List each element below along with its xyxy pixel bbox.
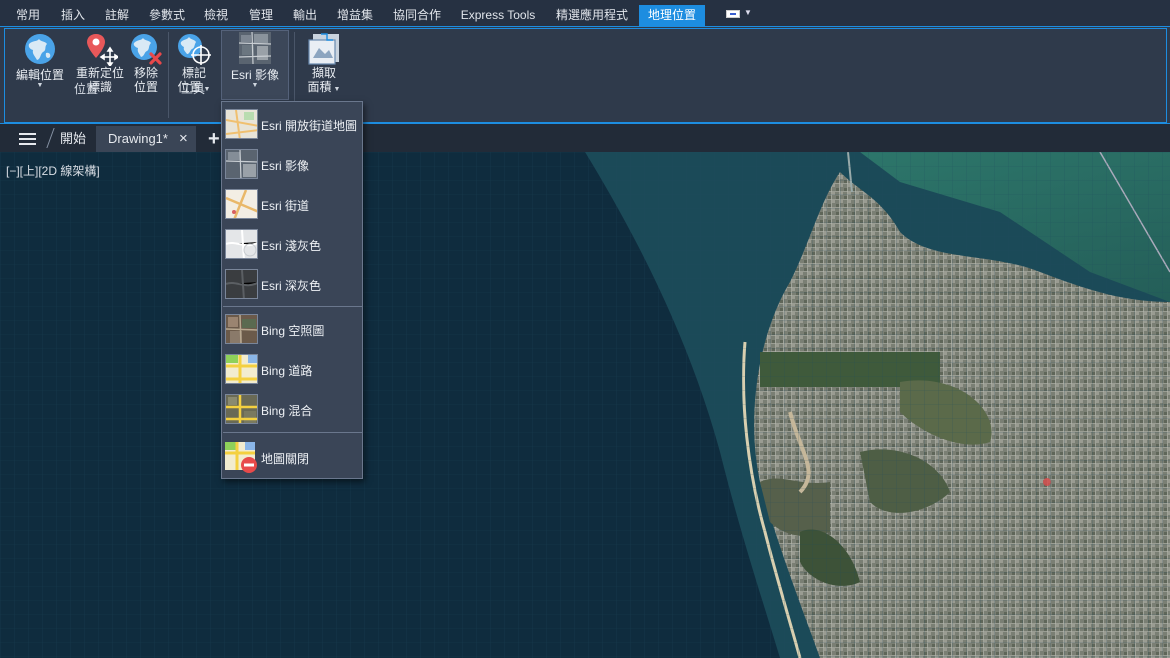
- hybrid-map-thumbnail-icon: [225, 394, 258, 424]
- menu-divider: [223, 306, 362, 307]
- tab-drawing1-label: Drawing1*: [108, 131, 168, 146]
- edit-location-button[interactable]: 編輯位置 ▼: [12, 32, 68, 90]
- tab-output[interactable]: 輸出: [290, 5, 320, 25]
- capture-area-icon: [308, 33, 339, 65]
- workspace-flag-icon[interactable]: [726, 10, 740, 18]
- chevron-down-icon: ▼: [333, 86, 341, 93]
- tab-geolocation[interactable]: 地理位置: [639, 5, 705, 26]
- street-map-thumbnail-icon: [225, 109, 258, 139]
- streets-map-thumbnail-icon: [225, 189, 258, 219]
- satellite-map: [0, 152, 1170, 658]
- esri-imagery-button[interactable]: Esri 影像 ▼: [222, 32, 288, 90]
- close-icon[interactable]: ×: [179, 126, 188, 152]
- road-map-thumbnail-icon: [225, 354, 258, 384]
- menu-item-label: Bing 混合: [261, 404, 313, 418]
- menu-item-label: Esri 深灰色: [261, 279, 322, 293]
- flag-stripe: [730, 13, 736, 15]
- menu-item-bing-road[interactable]: Bing 道路: [222, 351, 362, 387]
- menu-item-esri-dark-gray[interactable]: Esri 深灰色: [222, 266, 362, 302]
- menu-item-esri-streets[interactable]: Esri 街道: [222, 186, 362, 222]
- menu-item-esri-openstreetmap[interactable]: Esri 開放街道地圖: [222, 106, 362, 142]
- aerial-thumbnail-icon: [225, 314, 258, 344]
- dark-gray-map-thumbnail-icon: [225, 269, 258, 299]
- capture-area-label-line1: 擷取: [311, 66, 336, 80]
- remove-location-button[interactable]: 移除 位置: [126, 32, 166, 94]
- menu-item-esri-imagery[interactable]: Esri 影像: [222, 146, 362, 182]
- remove-location-label-line2: 位置: [133, 80, 158, 94]
- menu-item-map-off[interactable]: 地圖關閉: [222, 439, 362, 475]
- group-label-location: 位置: [73, 82, 98, 96]
- tab-insert[interactable]: 插入: [58, 5, 88, 25]
- tab-collaborate[interactable]: 協同合作: [390, 5, 444, 25]
- menu-divider: [223, 432, 362, 433]
- tab-addins[interactable]: 增益集: [334, 5, 376, 25]
- ribbon-tab-bar: 常用 插入 註解 參數式 檢視 管理 輸出 增益集 協同合作 Express T…: [0, 0, 1170, 26]
- viewport-controls-label[interactable]: [−][上][2D 線架構]: [6, 162, 100, 179]
- globe-remove-icon: [131, 34, 162, 65]
- tab-manage[interactable]: 管理: [246, 5, 276, 25]
- tab-featured-apps[interactable]: 精選應用程式: [553, 5, 631, 25]
- chevron-down-icon: ▼: [36, 82, 44, 89]
- menu-item-label: Esri 開放街道地圖: [261, 119, 358, 133]
- group-label-tools: 工具: [180, 82, 205, 96]
- light-gray-map-thumbnail-icon: [225, 229, 258, 259]
- menu-item-esri-light-gray[interactable]: Esri 淺灰色: [222, 226, 362, 262]
- menu-item-label: Esri 影像: [261, 159, 310, 173]
- globe-icon: [25, 34, 55, 64]
- esri-imagery-label: Esri 影像: [230, 68, 279, 82]
- menu-item-bing-hybrid[interactable]: Bing 混合: [222, 391, 362, 427]
- map-pin-move-icon: [87, 34, 118, 66]
- menu-item-label: Esri 淺灰色: [261, 239, 322, 253]
- chevron-down-icon[interactable]: ▼: [744, 8, 752, 17]
- map-type-dropdown: Esri 開放街道地圖 Esri 影像 Esri 街道 Esri 淺灰色 Esr…: [221, 101, 363, 479]
- satellite-thumbnail-icon: [239, 32, 271, 64]
- relocate-marker-label-line1: 重新定位: [75, 66, 124, 80]
- drawing-viewport[interactable]: [0, 152, 1170, 658]
- tab-home[interactable]: 常用: [13, 5, 43, 25]
- menu-item-label: Bing 道路: [261, 364, 313, 378]
- chevron-down-icon: ▼: [251, 82, 259, 89]
- tab-parametric[interactable]: 參數式: [146, 5, 188, 25]
- map-off-icon: [225, 442, 259, 474]
- tab-drawing1[interactable]: Drawing1* ×: [96, 126, 196, 152]
- menu-item-label: Bing 空照圖: [261, 324, 325, 338]
- tab-express-tools[interactable]: Express Tools: [457, 5, 539, 25]
- tab-annotate[interactable]: 註解: [102, 5, 132, 25]
- menu-item-bing-aerial[interactable]: Bing 空照圖: [222, 311, 362, 347]
- mark-position-label-line1: 標記: [181, 66, 206, 80]
- tab-start[interactable]: 開始: [60, 126, 90, 152]
- edit-location-label: 編輯位置: [15, 68, 64, 82]
- capture-area-label-line2: 面積: [307, 80, 332, 94]
- tab-view[interactable]: 檢視: [201, 5, 231, 25]
- menu-item-label: 地圖關閉: [261, 452, 310, 466]
- hamburger-menu-icon[interactable]: [19, 133, 36, 145]
- group-divider: [168, 32, 169, 118]
- capture-area-button[interactable]: 擷取 面積 ▼: [300, 32, 348, 94]
- remove-location-label-line1: 移除: [133, 66, 158, 80]
- satellite-thumbnail-icon: [225, 149, 258, 179]
- menu-item-label: Esri 街道: [261, 199, 310, 213]
- globe-crosshair-icon: [178, 34, 211, 65]
